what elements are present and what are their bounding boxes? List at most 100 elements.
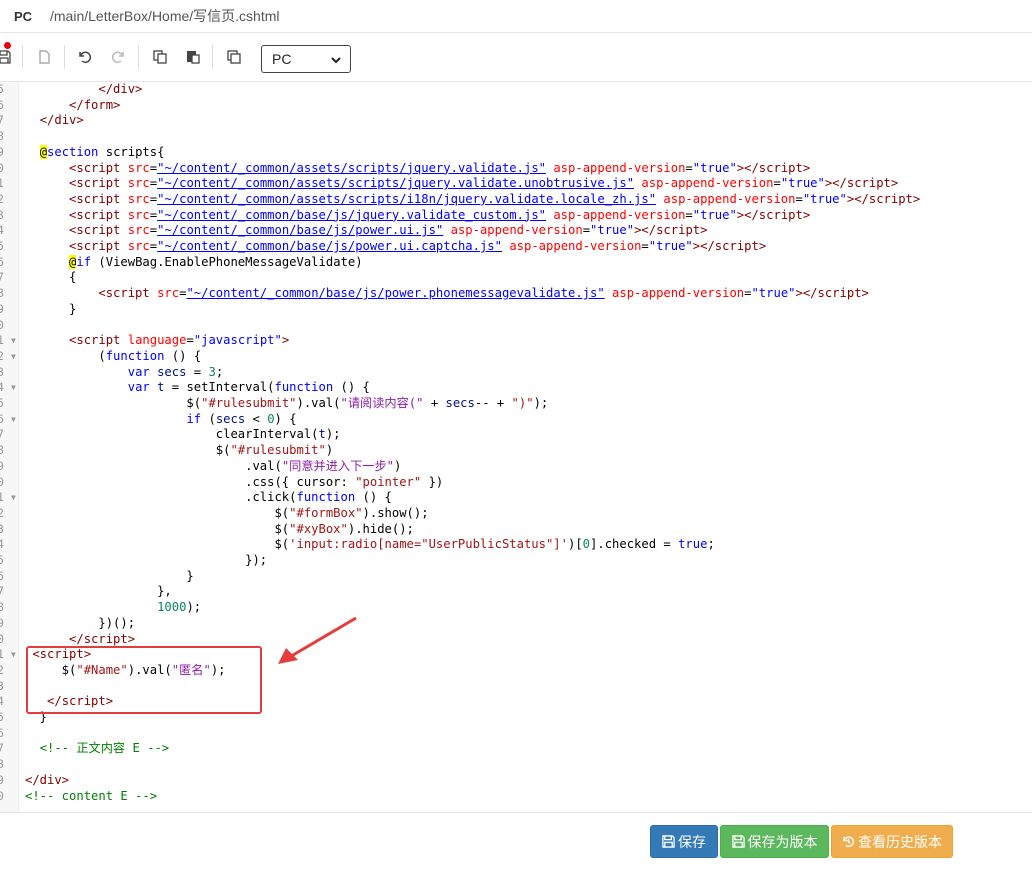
line-number: 5 xyxy=(0,553,4,567)
redo-icon[interactable] xyxy=(108,47,128,67)
floppy-icon xyxy=(731,835,745,848)
line-number: 0 xyxy=(0,317,4,332)
fold-toggle-icon[interactable]: ▼ xyxy=(11,333,16,349)
code-text: <script src="~/content/_common/base/js/p… xyxy=(98,286,869,301)
code-text: <script src="~/content/_common/assets/sc… xyxy=(69,176,899,191)
code-text: </div> xyxy=(25,772,70,787)
code-text: </form> xyxy=(69,97,121,112)
code-text: .click(function () { xyxy=(25,490,392,505)
code-text: } xyxy=(25,301,77,316)
line-number: 4 xyxy=(0,537,4,552)
line-number: 2 xyxy=(0,348,4,363)
line-number: 7 xyxy=(0,584,4,599)
line-number: 5 xyxy=(0,396,4,410)
line-number: 4 xyxy=(0,223,4,238)
line-number: 0 xyxy=(0,474,4,489)
code-text: $("#rulesubmit").val("请阅读内容(" + secs-- +… xyxy=(25,396,549,410)
line-number: 2 xyxy=(0,662,4,677)
code-text: <script src="~/content/_common/base/js/j… xyxy=(69,207,811,222)
line-number: 1 xyxy=(0,333,4,348)
file-path: /main/LetterBox/Home/写信页.cshtml xyxy=(50,8,280,24)
line-number: 7 xyxy=(0,113,4,128)
line-number: 8 xyxy=(0,757,4,772)
code-text: $("#rulesubmit") xyxy=(25,443,334,458)
code-text: }, xyxy=(25,584,172,599)
line-number: 9 xyxy=(0,772,4,787)
line-number: 5 xyxy=(0,82,4,96)
line-number: 1 xyxy=(0,176,4,191)
code-text: <script src="~/content/_common/assets/sc… xyxy=(69,191,921,206)
code-text: { xyxy=(25,270,77,285)
toolbar xyxy=(0,33,1032,82)
line-number: 3 xyxy=(0,521,4,536)
code-text: } xyxy=(25,568,194,583)
line-number: 6 xyxy=(0,254,4,269)
floppy-icon xyxy=(662,835,675,848)
line-number: 5 xyxy=(0,239,4,253)
mode-label: PC xyxy=(14,8,33,24)
save-as-version-button[interactable]: 保存为版本 xyxy=(720,825,829,858)
fold-toggle-icon[interactable]: ▼ xyxy=(11,380,16,396)
code-text: 1000); xyxy=(157,600,202,615)
line-number: 2 xyxy=(0,505,4,520)
code-text: $("#formBox").show(); xyxy=(25,505,429,520)
code-text: <script src="~/content/_common/base/js/p… xyxy=(69,223,708,238)
line-number: 2 xyxy=(0,191,4,206)
code-text: @section scripts{ xyxy=(39,144,165,159)
line-number: 7 xyxy=(0,270,4,285)
code-text: var secs = 3; xyxy=(127,364,224,379)
annotation-arrow xyxy=(278,616,357,664)
code-text: $("#xyBox").hide(); xyxy=(25,521,414,536)
line-number: 8 xyxy=(0,129,4,144)
line-number: 0 xyxy=(0,160,4,175)
fold-toggle-icon[interactable]: ▼ xyxy=(11,647,16,663)
line-number: 6 xyxy=(0,725,4,740)
save-as-version-label: 保存为版本 xyxy=(747,833,818,850)
code-text: </script> xyxy=(69,631,136,646)
save-button[interactable]: 保存 xyxy=(650,825,718,858)
view-history-button[interactable]: 查看历史版本 xyxy=(831,825,953,858)
undo-icon[interactable] xyxy=(75,47,95,67)
new-file-icon[interactable] xyxy=(34,47,54,67)
history-icon xyxy=(843,836,855,848)
line-number: 6 xyxy=(0,568,4,583)
duplicate-icon[interactable] xyxy=(224,47,244,67)
title-bar: PC /main/LetterBox/Home/写信页.cshtml xyxy=(0,0,1032,33)
view-history-label: 查看历史版本 xyxy=(858,833,942,850)
line-number: 3 xyxy=(0,364,4,379)
copy-icon[interactable] xyxy=(150,47,170,67)
line-number: 9 xyxy=(0,301,4,316)
line-number: 8 xyxy=(0,443,4,458)
paste-icon[interactable] xyxy=(183,47,203,67)
chevron-down-icon xyxy=(331,57,341,64)
fold-toggle-icon[interactable]: ▼ xyxy=(11,412,16,428)
code-text: .css({ cursor: "pointer" }) xyxy=(25,474,444,489)
code-text: (function () { xyxy=(25,348,202,363)
line-number: 0 xyxy=(0,631,4,646)
line-number: 4 xyxy=(0,380,4,395)
line-number: 8 xyxy=(0,286,4,301)
code-text: @if (ViewBag.EnablePhoneMessageValidate) xyxy=(69,254,363,269)
line-number: 6 xyxy=(0,97,4,112)
line-number: 5 xyxy=(0,710,4,724)
code-text: <script src="~/content/_common/base/js/p… xyxy=(69,239,767,253)
line-number: 1 xyxy=(0,490,4,505)
code-text: <script language="javascript"> xyxy=(69,333,290,348)
line-number: 0 xyxy=(0,788,4,803)
fold-toggle-icon[interactable]: ▼ xyxy=(11,490,16,506)
annotation-highlight-box xyxy=(26,646,262,714)
device-select[interactable]: PC xyxy=(261,45,351,73)
code-text: </div> xyxy=(39,113,84,128)
code-text: if (secs < 0) { xyxy=(186,411,297,426)
action-bar: 保存 保存为版本 查看历史版本 xyxy=(0,812,1032,872)
code-text: <!-- 正文内容 E --> xyxy=(39,741,170,756)
code-text: })(); xyxy=(25,615,136,630)
code-text: </div> xyxy=(98,82,143,96)
line-number: 7 xyxy=(0,427,4,442)
line-number: 6 xyxy=(0,411,4,426)
line-number: 8 xyxy=(0,600,4,615)
code-text: clearInterval(t); xyxy=(25,427,341,442)
fold-toggle-icon[interactable]: ▼ xyxy=(11,349,16,365)
line-number: 9 xyxy=(0,144,4,159)
save-icon[interactable] xyxy=(0,47,14,67)
